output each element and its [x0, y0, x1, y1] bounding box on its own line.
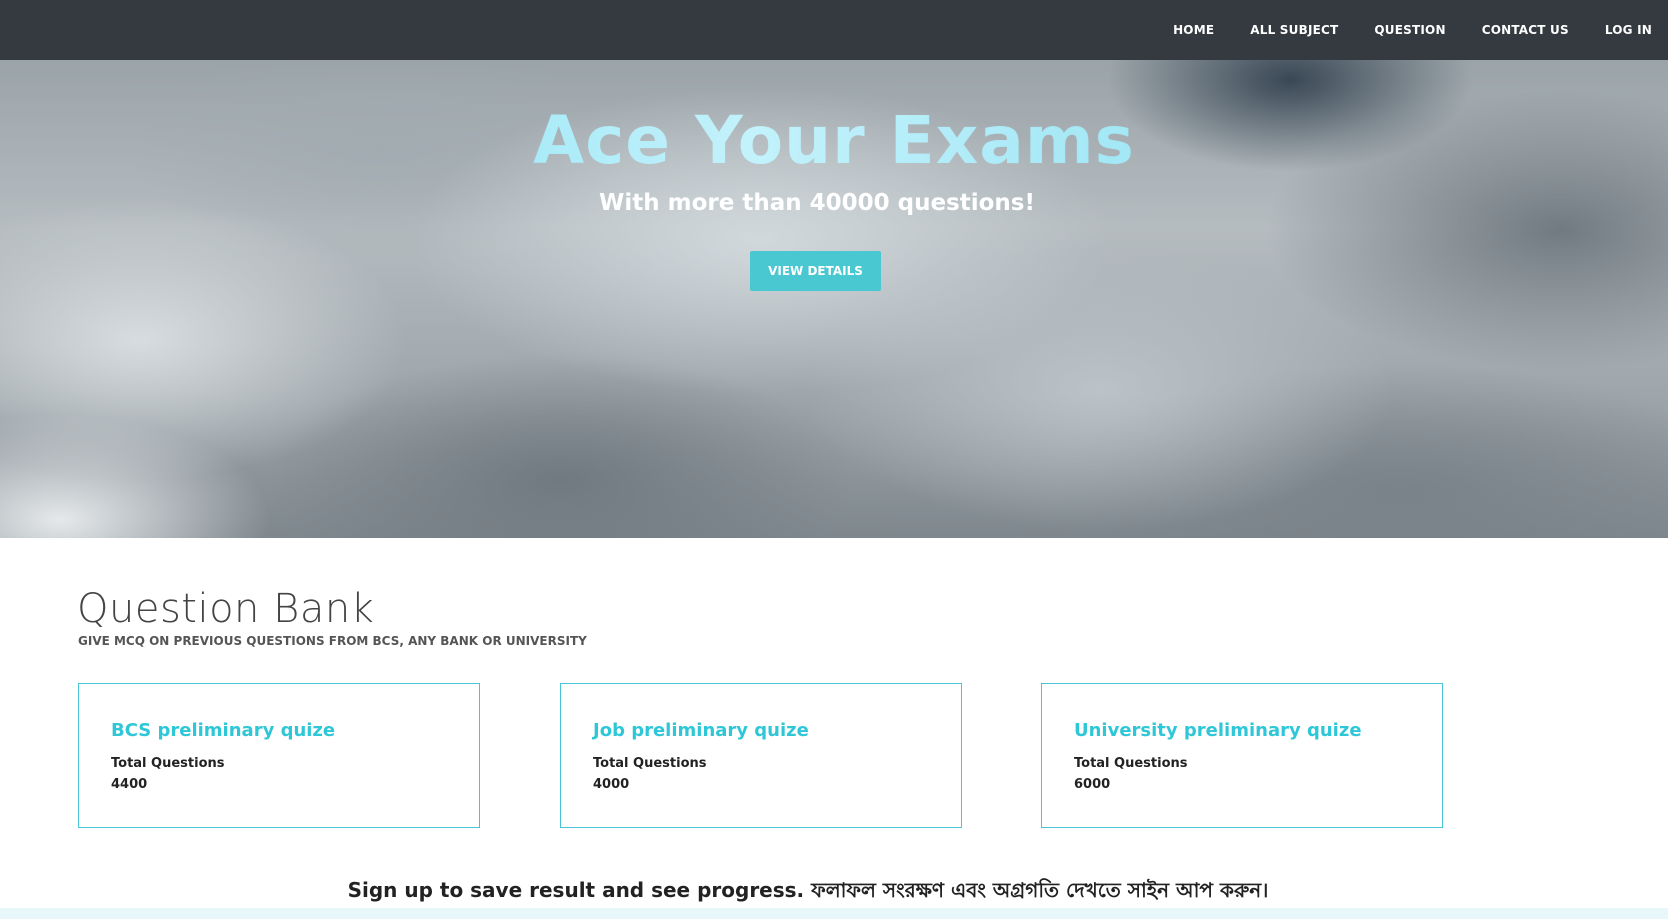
quiz-card-title[interactable]: University preliminary quize — [1074, 720, 1410, 741]
quiz-card-label: Total Questions — [1074, 756, 1188, 771]
signup-prompt: Sign up to save result and see progress.… — [347, 878, 1269, 902]
nav-all-subject-link[interactable]: ALL SUBJECT — [1250, 23, 1338, 37]
quiz-card-university[interactable]: University preliminary quize Total Quest… — [1041, 683, 1443, 828]
hero-subtitle: With more than 40000 questions! — [598, 190, 1035, 216]
footer-strip — [0, 908, 1668, 919]
quiz-card-bcs[interactable]: BCS preliminary quize Total Questions 44… — [78, 683, 480, 828]
quiz-card-count: 6000 — [1074, 777, 1111, 792]
quiz-card-job[interactable]: Job preliminary quize Total Questions 40… — [560, 683, 962, 828]
top-navbar: HOME ALL SUBJECT QUESTION CONTACT US LOG… — [0, 0, 1668, 60]
hero-title: Ace Your Exams — [0, 102, 1668, 179]
hero-banner: Ace Your Exams With more than 40000 ques… — [0, 60, 1668, 538]
quiz-card-label: Total Questions — [593, 756, 707, 771]
nav-home-link[interactable]: HOME — [1173, 23, 1214, 37]
quiz-card-label: Total Questions — [111, 756, 225, 771]
view-details-button[interactable]: VIEW DETAILS — [750, 251, 881, 291]
nav-contact-us-link[interactable]: CONTACT US — [1482, 23, 1569, 37]
question-bank-subtitle: GIVE MCQ ON PREVIOUS QUESTIONS FROM BCS,… — [78, 634, 587, 648]
quiz-card-title[interactable]: Job preliminary quize — [593, 720, 929, 741]
quiz-card-count: 4400 — [111, 777, 148, 792]
question-bank-title: Question Bank — [77, 586, 375, 632]
nav-log-in-link[interactable]: LOG IN — [1605, 23, 1652, 37]
nav-question-link[interactable]: QUESTION — [1374, 23, 1445, 37]
quiz-card-title[interactable]: BCS preliminary quize — [111, 720, 447, 741]
quiz-card-count: 4000 — [593, 777, 630, 792]
